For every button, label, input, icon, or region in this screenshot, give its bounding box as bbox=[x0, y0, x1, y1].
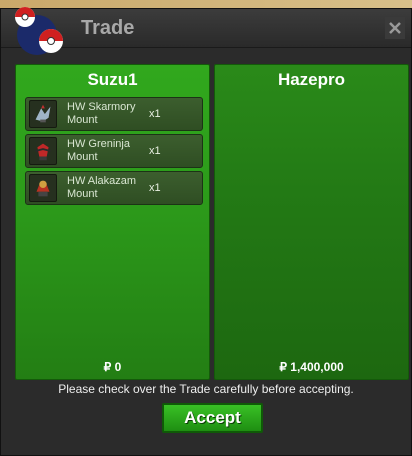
trade-warning-message: Please check over the Trade carefully be… bbox=[58, 382, 354, 396]
window-title: Trade bbox=[81, 17, 135, 39]
skarmory-mount-icon bbox=[29, 100, 57, 128]
item-name: HW Skarmory Mount bbox=[67, 101, 136, 126]
offer-item-list: HW Skarmory Mount x1 HW Greninja Mount x… bbox=[25, 97, 203, 208]
close-icon[interactable] bbox=[385, 17, 405, 39]
accept-button[interactable]: Accept bbox=[162, 403, 263, 433]
item-quantity: x1 bbox=[149, 182, 161, 194]
title-bar[interactable]: Trade bbox=[1, 7, 411, 55]
list-item[interactable]: HW Skarmory Mount x1 bbox=[25, 97, 203, 131]
list-item[interactable]: HW Alakazam Mount x1 bbox=[25, 171, 203, 205]
item-name: HW Greninja Mount bbox=[67, 138, 130, 163]
money-amount: ₽ 0 bbox=[103, 360, 122, 374]
item-quantity: x1 bbox=[149, 145, 161, 157]
list-item[interactable]: HW Greninja Mount x1 bbox=[25, 134, 203, 168]
my-offer-panel: Suzu1 HW Skarmory Mount x1 HW Greninja M… bbox=[15, 64, 210, 380]
trade-window: Trade Suzu1 HW Skarmory Mount x1 HW Gren… bbox=[0, 7, 412, 456]
player-name: Suzu1 bbox=[87, 70, 138, 89]
item-name: HW Alakazam Mount bbox=[67, 175, 137, 200]
pokeball-logo-icon bbox=[15, 7, 63, 55]
greninja-mount-icon bbox=[29, 137, 57, 165]
alakazam-mount-icon bbox=[29, 174, 57, 202]
partner-name: Hazepro bbox=[277, 70, 346, 89]
partner-money-amount: ₽ 1,400,000 bbox=[279, 360, 344, 374]
item-quantity: x1 bbox=[149, 108, 161, 120]
partner-offer-panel: Hazepro ₽ 1,400,000 bbox=[214, 64, 409, 380]
